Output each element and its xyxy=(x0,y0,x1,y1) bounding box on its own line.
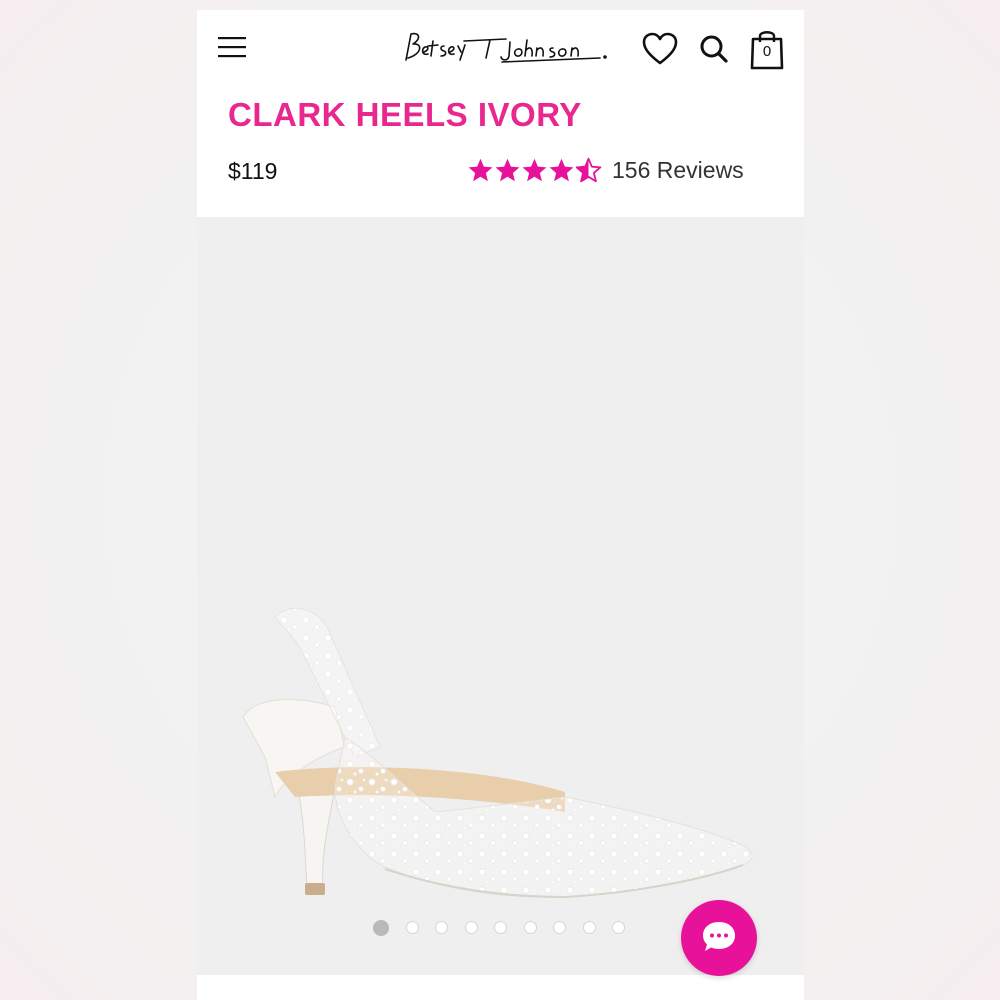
gallery-dot[interactable] xyxy=(523,921,537,934)
gallery-dot[interactable] xyxy=(612,921,625,934)
gallery-pagination xyxy=(373,920,642,936)
gallery-dot[interactable] xyxy=(373,920,389,936)
brand-logo[interactable] xyxy=(402,28,617,70)
gallery-dot[interactable] xyxy=(494,921,507,934)
gallery-dot[interactable] xyxy=(435,921,448,934)
star-full-icon xyxy=(468,158,493,181)
product-rating[interactable]: 156 Reviews xyxy=(467,154,744,186)
site-header: 0 xyxy=(197,10,804,90)
gallery-dot[interactable] xyxy=(553,921,566,934)
hamburger-menu-icon[interactable] xyxy=(217,32,247,62)
product-price: $119 xyxy=(228,158,278,184)
reviews-count[interactable]: 156 Reviews xyxy=(612,157,744,184)
gallery-dot[interactable] xyxy=(582,921,596,934)
bag-count: 0 xyxy=(762,43,772,60)
rating-stars xyxy=(467,157,602,184)
chat-button[interactable] xyxy=(681,900,757,976)
product-image-shoe xyxy=(242,607,753,899)
search-icon[interactable] xyxy=(699,34,729,64)
gallery-dot[interactable] xyxy=(405,921,419,934)
star-half-icon xyxy=(575,157,602,182)
product-image-gallery[interactable] xyxy=(197,217,804,975)
star-full-icon xyxy=(549,158,574,181)
star-full-icon xyxy=(522,158,547,181)
product-title: CLARK HEELS IVORY xyxy=(228,96,582,133)
shopping-bag-icon[interactable]: 0 xyxy=(749,28,785,70)
heart-icon[interactable] xyxy=(642,32,678,66)
star-full-icon xyxy=(495,158,520,181)
mobile-page: 0 CLARK HEELS IVORY $119 156 Reviews xyxy=(197,10,804,1000)
gallery-dot[interactable] xyxy=(464,921,478,934)
chat-bubble-icon xyxy=(703,922,735,951)
